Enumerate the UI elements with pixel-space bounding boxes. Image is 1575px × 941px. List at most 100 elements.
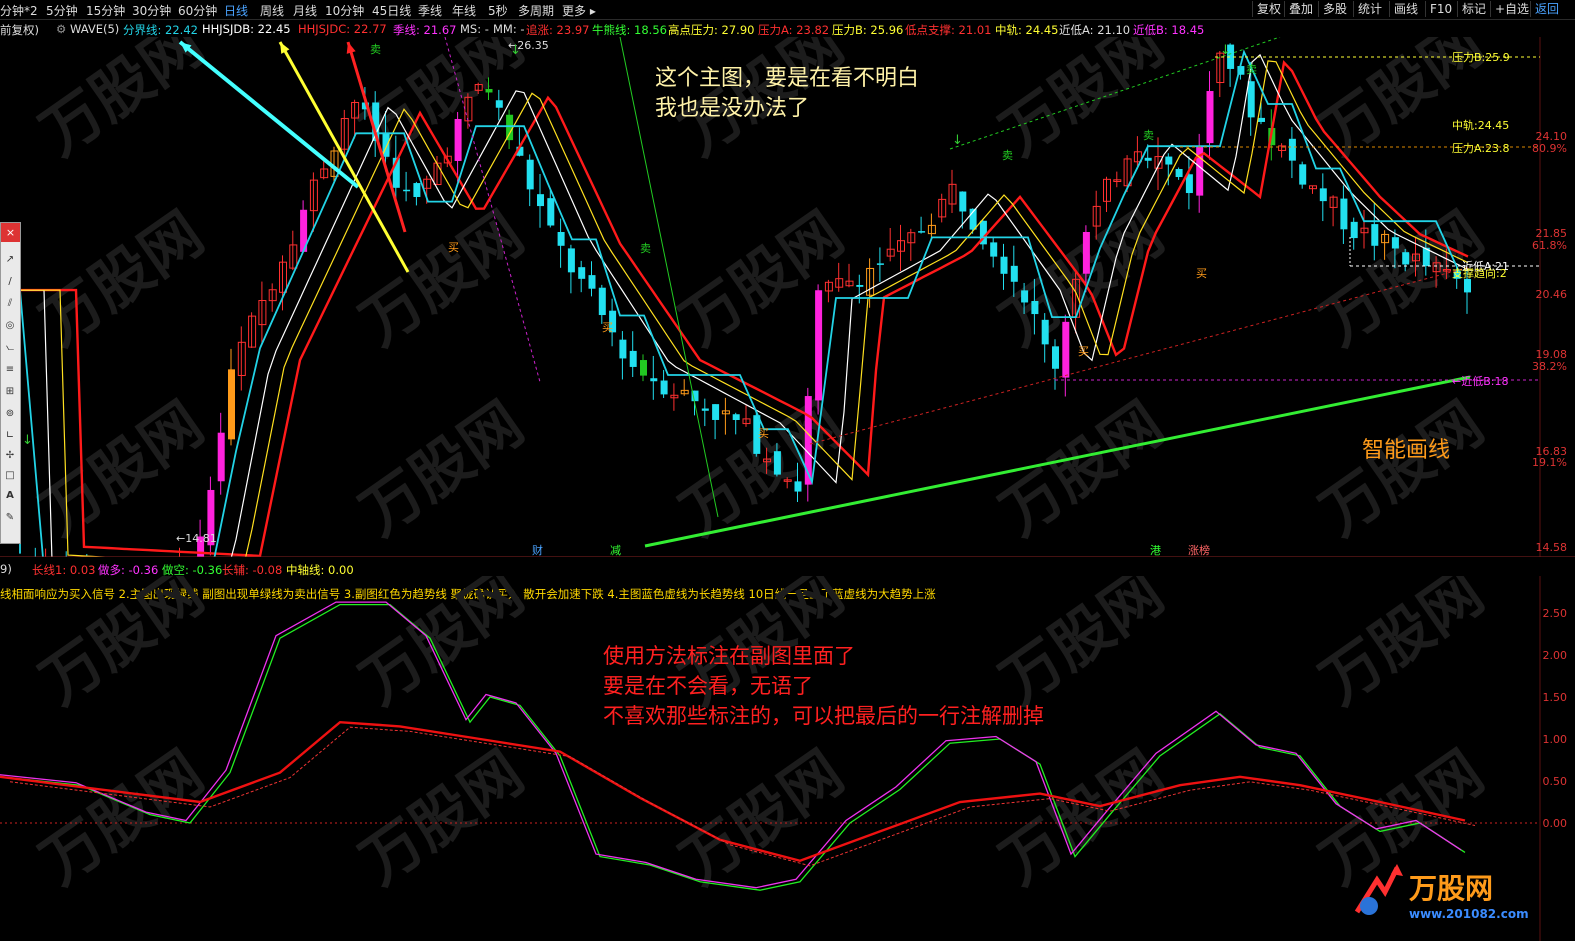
ind-hhjsjdb: HHJSJDB: 22.45 xyxy=(202,22,291,36)
watermark-text: 万股网 xyxy=(1308,576,1496,718)
watermark-text: 万股网 xyxy=(348,389,536,550)
rect-tool-icon[interactable]: □ xyxy=(3,469,17,483)
multi-stock-button[interactable]: 多股 xyxy=(1318,1,1351,17)
channel-tool-icon[interactable]: ∟ xyxy=(3,429,17,443)
candle-body xyxy=(629,350,637,367)
rights-button[interactable]: 复权 xyxy=(1252,1,1285,17)
watermark-text: 万股网 xyxy=(28,199,216,360)
signal-arrow-icon: ↓ xyxy=(952,133,963,148)
ind-high-pressure: 高点压力: 27.90 xyxy=(668,23,755,37)
period-10min[interactable]: 10分钟 xyxy=(325,2,364,19)
back-button[interactable]: 返回 xyxy=(1530,1,1563,17)
main-note-line2: 我也是没办法了 xyxy=(655,96,810,121)
add-watchlist-button[interactable]: +自选 xyxy=(1490,1,1533,17)
circle-tool-icon[interactable]: ◎ xyxy=(3,319,17,333)
drawing-toolbar: × ↗ / ⫽ ◎ ⦦ ≡ ⊞ ⊚ ∟ ✢ □ A ✎ xyxy=(0,222,21,544)
spiral-tool-icon[interactable]: ⊚ xyxy=(3,407,17,421)
grid-tool-icon[interactable]: ⊞ xyxy=(3,385,17,399)
candle-body xyxy=(1041,319,1049,345)
period-year[interactable]: 年线 xyxy=(452,2,476,19)
candle-body xyxy=(1144,157,1152,161)
level-label: 支撑趋向:2 xyxy=(1452,266,1507,280)
period-15min[interactable]: 15分钟 xyxy=(86,2,125,19)
overlay-button[interactable]: 叠加 xyxy=(1284,1,1317,17)
f10-button[interactable]: F10 xyxy=(1425,1,1456,17)
watermark-text: 万股网 xyxy=(28,576,216,718)
close-icon[interactable]: × xyxy=(1,223,20,242)
wave-label[interactable]: WAVE(5) xyxy=(70,22,119,36)
watermark-text: 万股网 xyxy=(28,37,216,169)
stats-button[interactable]: 统计 xyxy=(1353,1,1386,17)
angle-tool-icon[interactable]: ⦦ xyxy=(3,341,17,355)
period-toolbar: 分钟*2 5分钟 15分钟 30分钟 60分钟 日线 周线 月线 10分钟 45… xyxy=(0,0,1575,20)
candle-body xyxy=(701,408,709,411)
sub-tick: 2.50 xyxy=(1542,607,1568,620)
candle-body xyxy=(1082,231,1090,274)
level-label: ←近低B:18 xyxy=(1452,375,1508,388)
period-multi[interactable]: 多周期 xyxy=(518,2,554,19)
candle-body xyxy=(557,232,565,246)
period-weekly[interactable]: 周线 xyxy=(260,2,284,19)
ind-low-support: 低点支撑: 21.01 xyxy=(905,23,992,37)
buy-signal: 买 xyxy=(758,427,769,440)
candle-body xyxy=(815,290,823,401)
sub-do-long: 做多: -0.36 xyxy=(98,563,159,576)
candle-body xyxy=(856,284,864,287)
level-label: 压力B:25.9 xyxy=(1452,51,1510,64)
sell-signal: 卖 xyxy=(1246,63,1257,76)
watermark-text: 万股网 xyxy=(348,199,536,360)
draw-line-button[interactable]: 画线 xyxy=(1389,1,1422,17)
candle-body xyxy=(1206,91,1214,144)
candle-body xyxy=(1391,237,1399,249)
signal-arrow-icon: ↓ xyxy=(22,433,33,448)
brand-logo: 万股网 www.201082.com xyxy=(1354,864,1529,921)
candle-body xyxy=(1021,290,1029,303)
fib-tool-icon[interactable]: ≡ xyxy=(3,363,17,377)
candle-body xyxy=(403,189,411,192)
period-30min[interactable]: 30分钟 xyxy=(132,2,171,19)
signal-arrow-icon: ↓ xyxy=(1220,43,1231,58)
sub-tick: 0.50 xyxy=(1542,775,1568,788)
candle-body xyxy=(1258,117,1265,122)
indicator-row: 前复权) ⚙ WAVE(5) 分界线: 22.42 HHJSJDB: 22.45… xyxy=(0,20,1540,37)
cyan-annotation-arrow xyxy=(178,40,360,189)
sub-indicator-chart[interactable]: 万股网 万股网 万股网 万股网 万股网万股网 万股网 万股网 万股网 万股网 xyxy=(0,576,1575,941)
period-5sec[interactable]: 5秒 xyxy=(488,2,508,19)
parallel-tool-icon[interactable]: ⫽ xyxy=(3,297,17,311)
candle-body xyxy=(588,275,596,289)
line-tool-icon[interactable]: / xyxy=(3,275,17,289)
period-more[interactable]: 更多 ▸ xyxy=(562,2,596,19)
candle-body xyxy=(712,404,720,420)
watermark-text: 万股网 xyxy=(1308,389,1496,550)
sub-note-line3: 不喜欢那些标注的，可以把最后的一行注解删掉 xyxy=(603,704,1044,728)
candle-body xyxy=(990,242,998,257)
ind-mm: MM: - xyxy=(493,22,525,36)
period-min2[interactable]: 分钟*2 xyxy=(0,2,38,19)
candle-body xyxy=(773,451,781,475)
sub-axis: 中轴线: 0.00 xyxy=(286,563,354,576)
period-60min[interactable]: 60分钟 xyxy=(178,2,217,19)
period-5min[interactable]: 5分钟 xyxy=(46,2,78,19)
ind-quarter: 季线: 21.67 xyxy=(393,23,457,37)
mark-button[interactable]: 标记 xyxy=(1457,1,1490,17)
period-quarter[interactable]: 季线 xyxy=(418,2,442,19)
text-tool-icon[interactable]: A xyxy=(3,489,17,503)
candle-body xyxy=(1010,265,1018,282)
ind-pressure-b: 压力B: 25.96 xyxy=(832,23,904,37)
sub-param: 9) xyxy=(0,562,12,576)
candle-body xyxy=(1350,221,1358,239)
candle-body xyxy=(804,396,812,485)
pen-tool-icon[interactable]: ✎ xyxy=(3,511,17,525)
watermark-text: 万股网 xyxy=(348,738,536,899)
cross-tool-icon[interactable]: ✢ xyxy=(3,449,17,463)
period-daily[interactable]: 日线 xyxy=(224,2,248,19)
period-45day[interactable]: 45日线 xyxy=(372,2,411,19)
arrow-tool-icon[interactable]: ↗ xyxy=(3,253,17,267)
settings-icon[interactable]: ⚙ xyxy=(56,22,66,36)
pct-tick: 19.1% xyxy=(1532,456,1567,469)
period-monthly[interactable]: 月线 xyxy=(293,2,317,19)
main-note-line1: 这个主图，要是在看不明白 xyxy=(655,66,920,91)
candle-body xyxy=(794,481,802,492)
candle-body xyxy=(537,194,544,207)
sub-tick: 2.00 xyxy=(1542,649,1568,662)
